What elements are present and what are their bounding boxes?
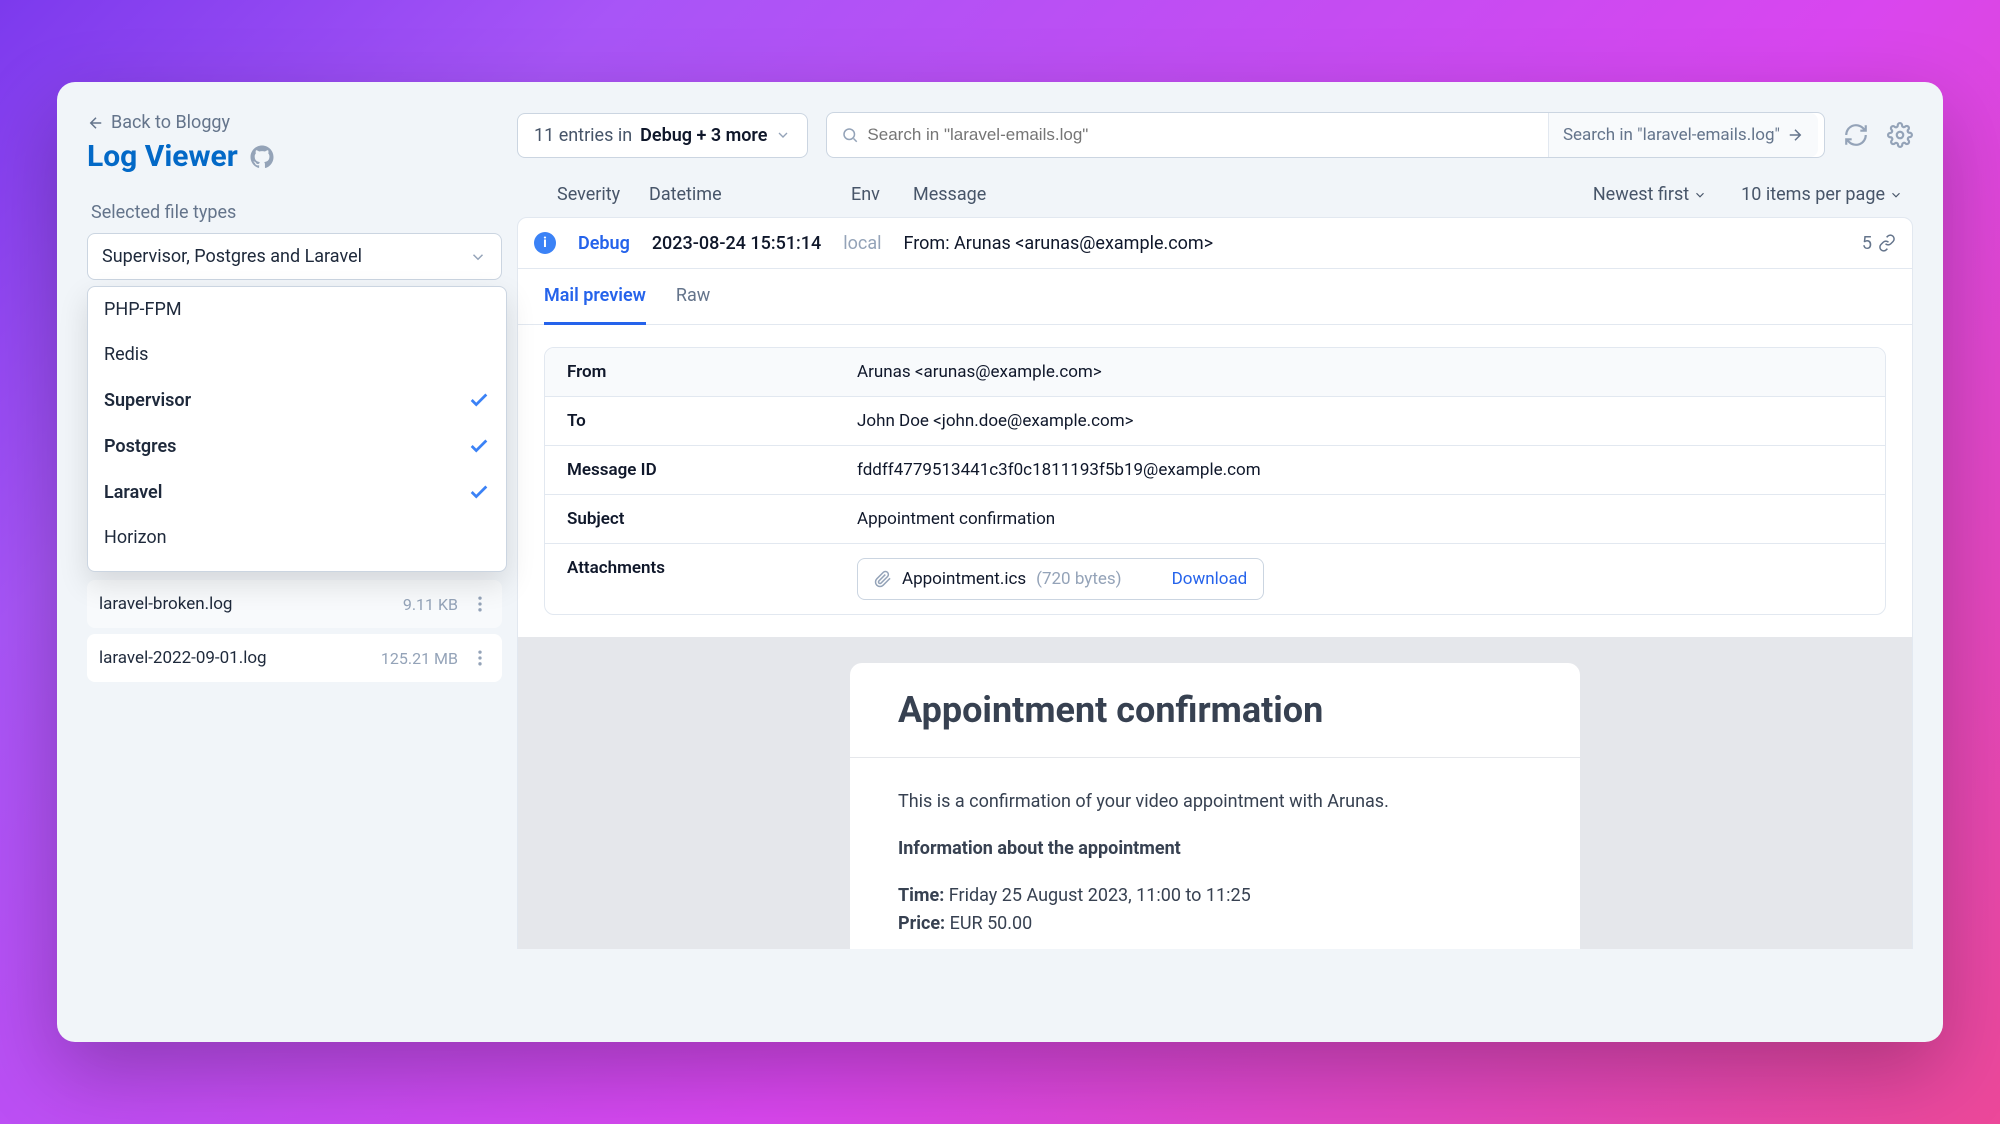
log-table-header: Severity Datetime Env Message Newest fir… — [517, 184, 1913, 217]
back-link[interactable]: Back to Bloggy — [87, 112, 487, 133]
sort-select[interactable]: Newest first — [1593, 184, 1707, 205]
arrow-right-icon — [1786, 126, 1804, 144]
sidebar: Back to Bloggy Log Viewer Selected file … — [57, 82, 487, 1042]
log-message: From: Arunas <arunas@example.com> — [904, 233, 1840, 254]
file-name: laravel-2022-09-01.log — [99, 648, 381, 668]
info-icon: i — [534, 232, 556, 254]
meta-key: Subject — [545, 495, 835, 543]
chevron-down-icon — [775, 127, 791, 143]
dropdown-item[interactable]: Postgres — [88, 423, 506, 469]
check-icon — [468, 389, 490, 411]
gear-icon — [1887, 122, 1913, 148]
search-scope-label: Search in "laravel-emails.log" — [1563, 125, 1780, 145]
meta-key: Attachments — [545, 544, 835, 614]
refresh-icon — [1843, 122, 1869, 148]
main-panel: 11 entries in Debug + 3 more Search in "… — [487, 82, 1943, 1042]
dropdown-item-label: PHP-FPM — [104, 299, 182, 320]
search-scope-button[interactable]: Search in "laravel-emails.log" — [1548, 113, 1818, 157]
mail-detail-panel: FromArunas <arunas@example.com> ToJohn D… — [517, 325, 1913, 637]
dropdown-item[interactable]: PHP-FPM — [88, 287, 506, 332]
log-severity: Debug — [578, 233, 630, 254]
log-link-count[interactable]: 5 — [1862, 233, 1896, 254]
dropdown-item[interactable]: Redis — [88, 332, 506, 377]
file-size: 125.21 MB — [381, 649, 458, 668]
mail-meta-table: FromArunas <arunas@example.com> ToJohn D… — [544, 347, 1886, 615]
meta-key: Message ID — [545, 446, 835, 494]
check-icon — [468, 481, 490, 503]
attachment-size: (720 bytes) — [1036, 569, 1121, 589]
app-title: Log Viewer — [87, 139, 238, 174]
dropdown-item[interactable]: Supervisor — [88, 377, 506, 423]
email-intro: This is a confirmation of your video app… — [898, 788, 1532, 817]
refresh-button[interactable] — [1843, 122, 1869, 148]
download-link[interactable]: Download — [1172, 569, 1248, 589]
file-row[interactable]: laravel-2022-09-01.log 125.21 MB — [87, 634, 502, 682]
meta-val: Arunas <arunas@example.com> — [835, 348, 1885, 396]
email-title: Appointment confirmation — [898, 689, 1532, 731]
back-link-label: Back to Bloggy — [111, 112, 230, 133]
meta-val: John Doe <john.doe@example.com> — [835, 397, 1885, 445]
log-row[interactable]: i Debug 2023-08-24 15:51:14 local From: … — [517, 217, 1913, 269]
detail-tabs: Mail preview Raw — [517, 269, 1913, 325]
dropdown-item[interactable]: Laravel — [88, 469, 506, 515]
col-datetime: Datetime — [649, 184, 839, 205]
attachment-name: Appointment.ics — [902, 569, 1026, 589]
file-size: 9.11 KB — [403, 595, 458, 614]
tab-raw[interactable]: Raw — [676, 269, 710, 324]
check-icon — [468, 435, 490, 457]
email-price-line: Price: EUR 50.00 — [898, 910, 1532, 939]
log-env: local — [843, 233, 881, 254]
github-icon[interactable] — [250, 145, 274, 169]
email-card: Appointment confirmation This is a confi… — [850, 663, 1580, 949]
meta-val: Appointment confirmation — [835, 495, 1885, 543]
dropdown-item-label: Horizon — [104, 527, 167, 548]
more-icon[interactable] — [470, 648, 490, 668]
dropdown-item[interactable]: Horizon — [88, 515, 506, 560]
email-time-line: Time: Friday 25 August 2023, 11:00 to 11… — [898, 882, 1532, 911]
dropdown-item-label: Laravel — [104, 482, 162, 503]
attachment-chip: Appointment.ics (720 bytes) Download — [857, 558, 1264, 600]
log-datetime: 2023-08-24 15:51:14 — [652, 233, 821, 254]
col-env: Env — [851, 184, 901, 205]
chevron-down-icon — [1889, 188, 1903, 202]
perpage-select[interactable]: 10 items per page — [1741, 184, 1903, 205]
dropdown-item-label: Redis — [104, 344, 148, 365]
dropdown-item[interactable]: Horizon (Old) — [88, 560, 506, 572]
search-icon — [841, 126, 859, 144]
filter-bold: Debug + 3 more — [640, 125, 767, 146]
chevron-down-icon — [469, 248, 487, 266]
settings-button[interactable] — [1887, 122, 1913, 148]
tab-mail-preview[interactable]: Mail preview — [544, 269, 646, 325]
entries-filter[interactable]: 11 entries in Debug + 3 more — [517, 113, 808, 158]
file-types-select[interactable]: Supervisor, Postgres and Laravel — [87, 233, 502, 280]
link-icon — [1878, 234, 1896, 252]
select-value: Supervisor, Postgres and Laravel — [102, 246, 362, 267]
file-list: laravel-broken.log 9.11 KB laravel-2022-… — [87, 580, 502, 682]
paperclip-icon — [874, 570, 892, 588]
meta-key: From — [545, 348, 835, 396]
search-input[interactable] — [867, 125, 1548, 145]
more-icon[interactable] — [470, 594, 490, 614]
chevron-down-icon — [1693, 188, 1707, 202]
col-message: Message — [913, 184, 986, 205]
file-types-label: Selected file types — [87, 202, 487, 223]
app-window: Back to Bloggy Log Viewer Selected file … — [57, 82, 1943, 1042]
meta-val: fddff4779513441c3f0c1811193f5b19@example… — [835, 446, 1885, 494]
file-types-dropdown: PHP-FPM Redis Supervisor Postgres Laravel Hor… — [87, 286, 507, 572]
file-row[interactable]: laravel-broken.log 9.11 KB — [87, 580, 502, 628]
email-preview: Appointment confirmation This is a confi… — [517, 637, 1913, 949]
toolbar: 11 entries in Debug + 3 more Search in "… — [517, 112, 1913, 158]
meta-key: To — [545, 397, 835, 445]
dropdown-item-label: Postgres — [104, 436, 176, 457]
filter-prefix: 11 entries in — [534, 125, 632, 146]
email-info-head: Information about the appointment — [898, 835, 1532, 864]
search-box: Search in "laravel-emails.log" — [826, 112, 1825, 158]
dropdown-item-label: Supervisor — [104, 390, 191, 411]
col-severity: Severity — [557, 184, 637, 205]
arrow-left-icon — [87, 114, 105, 132]
file-name: laravel-broken.log — [99, 594, 403, 614]
